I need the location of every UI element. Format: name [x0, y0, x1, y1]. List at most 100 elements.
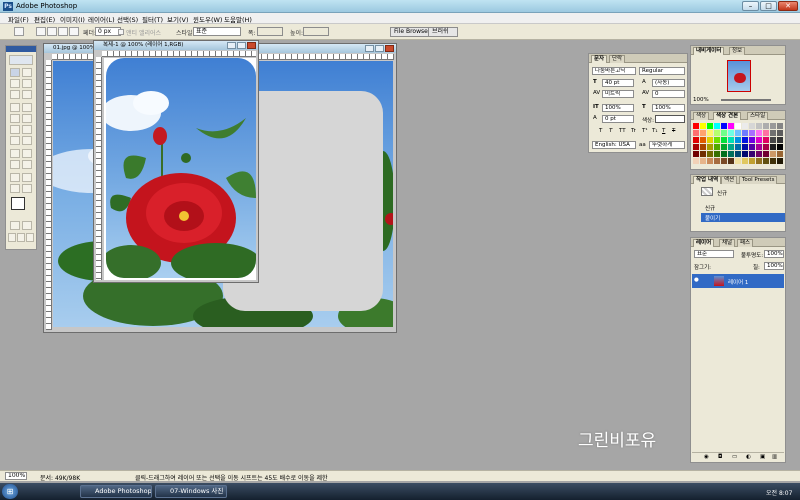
color-swatch[interactable]	[777, 158, 783, 164]
eye-icon[interactable]: ●	[694, 277, 699, 283]
doc-minimize-button[interactable]	[365, 45, 374, 52]
color-swatch[interactable]	[749, 158, 755, 164]
new-set-icon[interactable]: ▭	[732, 454, 737, 460]
menu-window[interactable]: 윈도우(W)	[193, 14, 222, 24]
color-swatch[interactable]	[721, 144, 727, 150]
doc-maximize-button[interactable]	[375, 45, 384, 52]
color-swatch[interactable]	[756, 123, 762, 129]
tab-actions[interactable]: 액션	[721, 176, 738, 184]
taskbar-item-photo-viewer[interactable]: 07-Windows 사진 ...	[155, 485, 227, 498]
language-select[interactable]: English: USA	[592, 141, 636, 149]
color-swatch[interactable]	[749, 151, 755, 157]
color-swatch[interactable]	[770, 158, 776, 164]
color-swatch[interactable]	[721, 151, 727, 157]
menu-file[interactable]: 파일(F)	[8, 14, 29, 24]
brush-tool-icon[interactable]	[22, 103, 32, 112]
subtract-selection-icon[interactable]	[58, 27, 68, 36]
all-caps-button[interactable]: TT	[619, 128, 626, 134]
small-caps-button[interactable]: Tr	[631, 128, 636, 134]
color-swatch[interactable]	[735, 123, 741, 129]
opacity-input[interactable]: 100%	[764, 250, 784, 258]
tab-info[interactable]: 정보	[729, 47, 746, 55]
tab-swatches[interactable]: 색상 견본	[713, 112, 742, 120]
menu-view[interactable]: 보기(V)	[167, 14, 188, 24]
standard-mode-icon[interactable]	[10, 221, 20, 230]
magic-wand-tool-icon[interactable]	[22, 79, 32, 88]
color-swatch[interactable]	[763, 123, 769, 129]
color-swatch[interactable]	[770, 151, 776, 157]
brushes-tab[interactable]: 브러쉬	[428, 27, 458, 37]
color-swatch[interactable]	[756, 130, 762, 136]
taskbar-item-photoshop[interactable]: Adobe Photoshop	[80, 485, 152, 498]
new-layer-icon[interactable]: ▣	[760, 454, 765, 460]
color-swatch[interactable]	[700, 151, 706, 157]
color-swatch[interactable]	[728, 158, 734, 164]
screen-mode-standard-icon[interactable]	[8, 233, 16, 242]
layer-name[interactable]: 레이어 1	[728, 278, 748, 286]
doc-minimize-button[interactable]	[227, 42, 236, 49]
width-input[interactable]	[257, 27, 283, 36]
color-swatch[interactable]	[763, 151, 769, 157]
color-swatch[interactable]	[693, 158, 699, 164]
color-swatch[interactable]	[714, 158, 720, 164]
color-swatch[interactable]	[707, 137, 713, 143]
color-swatch[interactable]	[728, 151, 734, 157]
color-swatch[interactable]	[707, 144, 713, 150]
color-swatch[interactable]	[728, 123, 734, 129]
intersect-selection-icon[interactable]	[69, 27, 79, 36]
foreground-color-swatch[interactable]	[11, 197, 25, 210]
pen-tool-icon[interactable]	[10, 160, 20, 169]
doc-maximize-button[interactable]	[237, 42, 246, 49]
color-swatch[interactable]	[735, 151, 741, 157]
color-swatch[interactable]	[728, 137, 734, 143]
faux-italic-button[interactable]: T	[609, 128, 612, 134]
color-swatch[interactable]	[742, 130, 748, 136]
color-swatch[interactable]	[735, 158, 741, 164]
tab-paragraph[interactable]: 단락	[609, 55, 626, 63]
color-swatch[interactable]	[700, 144, 706, 150]
color-swatch[interactable]	[700, 137, 706, 143]
slice-tool-icon[interactable]	[22, 90, 32, 99]
antialias-select[interactable]: 뚜렷하게	[649, 141, 685, 149]
color-swatch[interactable]	[777, 137, 783, 143]
height-input[interactable]	[303, 27, 329, 36]
history-brush-icon[interactable]	[22, 114, 32, 123]
color-swatch[interactable]	[700, 123, 706, 129]
navigator-zoom-value[interactable]: 100%	[693, 97, 709, 103]
color-swatch[interactable]	[756, 151, 762, 157]
trash-icon[interactable]: ▥	[772, 454, 777, 460]
color-swatch[interactable]	[693, 123, 699, 129]
leading-input[interactable]: (자동)	[652, 79, 685, 87]
color-swatch[interactable]	[742, 137, 748, 143]
color-swatch[interactable]	[756, 158, 762, 164]
doc-close-button[interactable]	[247, 42, 256, 49]
color-swatch[interactable]	[749, 123, 755, 129]
color-swatch[interactable]	[777, 123, 783, 129]
tab-channels[interactable]: 채널	[719, 239, 736, 247]
color-swatch[interactable]	[693, 144, 699, 150]
eyedropper-tool-icon[interactable]	[22, 173, 32, 182]
color-swatch[interactable]	[721, 158, 727, 164]
snapshot-label[interactable]: 신규	[717, 189, 727, 197]
color-swatch[interactable]	[749, 144, 755, 150]
layer-mask-icon[interactable]: ◘	[718, 454, 722, 460]
tracking-input[interactable]: 0	[652, 90, 685, 98]
color-swatch[interactable]	[714, 137, 720, 143]
status-zoom[interactable]: 100%	[5, 472, 27, 480]
layer-row[interactable]: ● 레이어 1	[692, 274, 784, 288]
adjustment-layer-icon[interactable]: ◐	[746, 454, 751, 460]
maximize-button[interactable]: □	[760, 1, 777, 11]
color-swatch[interactable]	[763, 130, 769, 136]
color-swatch[interactable]	[714, 130, 720, 136]
path-selection-icon[interactable]	[10, 149, 20, 158]
menu-edit[interactable]: 편집(E)	[34, 14, 55, 24]
layer-style-icon[interactable]: ◉	[704, 454, 709, 460]
fill-input[interactable]: 100%	[764, 262, 784, 270]
menu-image[interactable]: 이미지(I)	[60, 14, 85, 24]
menu-layer[interactable]: 레이어(L)	[88, 14, 115, 24]
tab-layers[interactable]: 레이어	[693, 239, 715, 247]
zoom-tool-icon[interactable]	[22, 184, 32, 193]
color-swatch[interactable]	[714, 123, 720, 129]
screen-mode-full-menu-icon[interactable]	[17, 233, 25, 242]
font-size-input[interactable]: 40 pt	[602, 79, 634, 87]
